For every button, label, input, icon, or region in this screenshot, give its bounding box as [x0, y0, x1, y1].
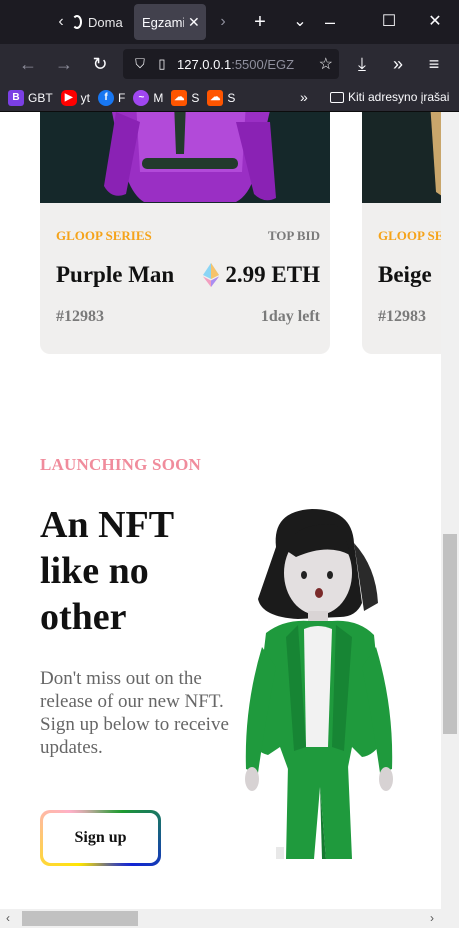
- launch-title: An NFT like no other: [40, 504, 174, 638]
- card-title: Purple Man: [56, 262, 175, 287]
- facebook-icon: f: [98, 89, 115, 106]
- bookmark-item[interactable]: ☁ S: [171, 89, 199, 106]
- card-title: Beige: [378, 262, 432, 287]
- nft-card[interactable]: GLOOP SERIES Beige #12983: [362, 112, 441, 354]
- card-id: #12983: [56, 308, 104, 325]
- tab-scroll-left-icon[interactable]: ‹: [50, 13, 72, 31]
- purple-man-illustration: [40, 112, 330, 203]
- nft-image: [40, 112, 330, 203]
- scroll-left-arrow-icon[interactable]: ‹: [6, 909, 10, 928]
- sign-up-button[interactable]: Sign up: [40, 810, 161, 866]
- bookmark-star-icon[interactable]: ☆: [319, 54, 333, 74]
- messenger-icon: ~: [133, 89, 150, 106]
- bookmark-item[interactable]: ☁ S: [207, 89, 235, 106]
- vertical-scrollbar-thumb[interactable]: [443, 534, 457, 734]
- bookmarks-bar: B GBT ▶ yt f F ~ M ☁ S ☁ S » Kiti adresy…: [0, 84, 459, 112]
- card-price: 2.99 ETH: [203, 262, 320, 288]
- new-tab-icon[interactable]: +: [248, 12, 272, 32]
- nft-character-illustration: [245, 509, 393, 859]
- tab-inactive[interactable]: ‹ Doma: [50, 6, 128, 38]
- scroll-right-arrow-icon[interactable]: ›: [430, 909, 434, 928]
- tab-label: Doma: [88, 14, 123, 30]
- card-series: GLOOP SERIES: [56, 228, 152, 243]
- page-icon[interactable]: ▯: [151, 56, 173, 72]
- tab-active[interactable]: Egzamin ✕: [134, 4, 206, 40]
- browser-window: ‹ Doma Egzamin ✕ › + ⌄ – ☐ ✕ ← → ↻ ⛉ ▯ 1…: [0, 0, 459, 928]
- back-icon[interactable]: ←: [16, 52, 40, 76]
- close-tab-icon[interactable]: ✕: [188, 14, 200, 31]
- ethereum-icon: [203, 263, 220, 287]
- menu-icon[interactable]: ≡: [422, 52, 446, 76]
- close-window-icon[interactable]: ✕: [423, 12, 447, 32]
- tab-scroll-right-icon[interactable]: ›: [211, 12, 235, 32]
- page-viewport: GLOOP SERIES TOP BID Purple Man 2.99 ETH…: [0, 112, 441, 909]
- folder-icon: [330, 91, 344, 103]
- card-price-value: 2.99 ETH: [225, 262, 320, 287]
- horizontal-scrollbar[interactable]: ‹ ›: [0, 909, 459, 928]
- sign-up-label: Sign up: [43, 813, 158, 863]
- navigation-bar: ← → ↻ ⛉ ▯ 127.0.0.1:5500/EGZ ☆ ⤓ » ≡: [0, 44, 459, 84]
- nft-image: [362, 112, 441, 203]
- horizontal-scrollbar-thumb[interactable]: [22, 911, 138, 926]
- bookmarks-overflow-icon[interactable]: »: [300, 89, 308, 105]
- youtube-icon: ▶: [60, 89, 77, 106]
- forward-icon[interactable]: →: [52, 52, 76, 76]
- url-text[interactable]: 127.0.0.1:5500/EGZ: [177, 57, 297, 72]
- tab-bar: ‹ Doma Egzamin ✕ › + ⌄ – ☐ ✕: [0, 0, 459, 44]
- other-bookmarks-folder[interactable]: Kiti adresyno įrašai: [330, 90, 449, 104]
- shield-icon[interactable]: ⛉: [129, 56, 151, 72]
- soundcloud-icon: ☁: [207, 89, 224, 106]
- card-bid-label: TOP BID: [267, 228, 320, 243]
- bookmark-item[interactable]: B GBT: [8, 89, 53, 106]
- bookmark-item[interactable]: ~ M: [133, 89, 163, 106]
- gbt-icon: B: [8, 89, 24, 106]
- maximize-icon[interactable]: ☐: [377, 12, 401, 32]
- nft-card[interactable]: GLOOP SERIES TOP BID Purple Man 2.99 ETH…: [40, 112, 330, 354]
- vertical-scrollbar[interactable]: [441, 112, 459, 909]
- card-id: #12983: [378, 308, 426, 325]
- bookmark-item[interactable]: ▶ yt: [60, 89, 90, 106]
- launch-eyebrow: LAUNCHING SOON: [40, 455, 202, 474]
- downloads-icon[interactable]: ⤓: [350, 52, 374, 76]
- card-time-left: 1day left: [260, 308, 320, 325]
- beige-illustration: [362, 112, 441, 203]
- card-series: GLOOP SERIES: [378, 228, 441, 243]
- soundcloud-icon: ☁: [171, 89, 188, 106]
- launch-description: Don't miss out on the release of our new…: [40, 668, 229, 758]
- tab-favicon-icon: [72, 15, 82, 29]
- url-bar[interactable]: ⛉ ▯ 127.0.0.1:5500/EGZ ☆: [123, 49, 339, 79]
- minimize-icon[interactable]: –: [318, 12, 342, 32]
- bookmark-item[interactable]: f F: [98, 89, 125, 106]
- tab-label: Egzamin: [142, 14, 184, 30]
- reload-icon[interactable]: ↻: [88, 52, 112, 76]
- list-tabs-icon[interactable]: ⌄: [288, 12, 312, 32]
- more-tools-icon[interactable]: »: [386, 52, 410, 76]
